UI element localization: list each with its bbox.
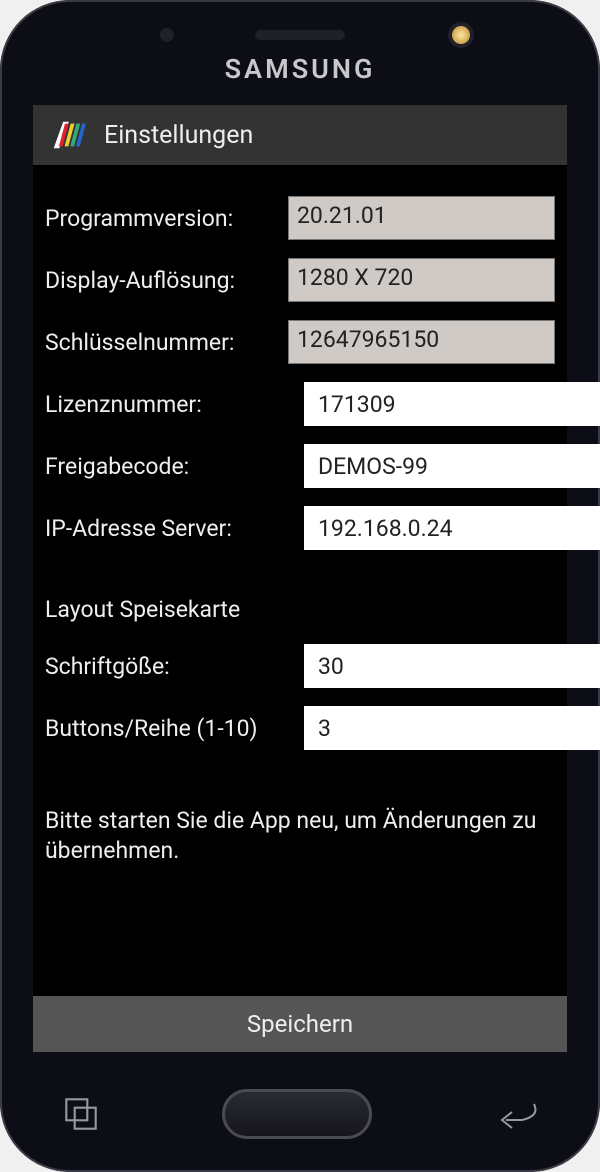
- ip-field[interactable]: [304, 506, 600, 550]
- row-key: Schlüsselnummer: 12647965150: [45, 319, 555, 365]
- fontsize-field[interactable]: [304, 644, 600, 688]
- device-brand: SAMSUNG: [0, 53, 600, 85]
- camera-icon: [452, 26, 470, 44]
- restart-hint: Bitte starten Sie die App neu, um Änderu…: [45, 806, 555, 866]
- row-version: Programmversion: 20.21.01: [45, 195, 555, 241]
- license-field[interactable]: [304, 382, 600, 426]
- row-buttonsperrow: Buttons/Reihe (1-10): [45, 705, 555, 751]
- home-button[interactable]: [222, 1089, 372, 1139]
- label-fontsize: Schriftgöße:: [45, 653, 288, 680]
- label-version: Programmversion:: [45, 205, 288, 232]
- row-ip: IP-Adresse Server:: [45, 505, 555, 551]
- save-button[interactable]: Speichern: [33, 996, 567, 1052]
- speaker-icon: [255, 30, 345, 40]
- release-field[interactable]: [304, 444, 600, 488]
- app-logo-icon: [48, 116, 86, 154]
- app-topbar: Einstellungen: [33, 105, 567, 165]
- label-display: Display-Auflösung:: [45, 267, 288, 294]
- recents-icon[interactable]: [60, 1093, 102, 1135]
- label-buttonsperrow: Buttons/Reihe (1-10): [45, 715, 288, 742]
- device-frame: SAMSUNG Einstellungen Programmversion: 2…: [0, 0, 600, 1172]
- label-release: Freigabecode:: [45, 453, 288, 480]
- back-icon[interactable]: [492, 1093, 540, 1135]
- row-display: Display-Auflösung: 1280 X 720: [45, 257, 555, 303]
- row-fontsize: Schriftgöße:: [45, 643, 555, 689]
- row-license: Lizenznummer:: [45, 381, 555, 427]
- label-ip: IP-Adresse Server:: [45, 515, 288, 542]
- section-layout-title: Layout Speisekarte: [45, 596, 555, 623]
- row-release: Freigabecode:: [45, 443, 555, 489]
- settings-form: Programmversion: 20.21.01 Display-Auflös…: [33, 165, 567, 996]
- value-version: 20.21.01: [288, 196, 555, 240]
- sensor-icon: [160, 28, 174, 42]
- device-nav: [60, 1084, 540, 1144]
- buttonsperrow-field[interactable]: [304, 706, 600, 750]
- label-license: Lizenznummer:: [45, 391, 288, 418]
- page-title: Einstellungen: [104, 121, 253, 150]
- label-key: Schlüsselnummer:: [45, 329, 288, 356]
- value-display: 1280 X 720: [288, 258, 555, 302]
- screen: Einstellungen Programmversion: 20.21.01 …: [33, 105, 567, 1052]
- value-key: 12647965150: [288, 320, 555, 364]
